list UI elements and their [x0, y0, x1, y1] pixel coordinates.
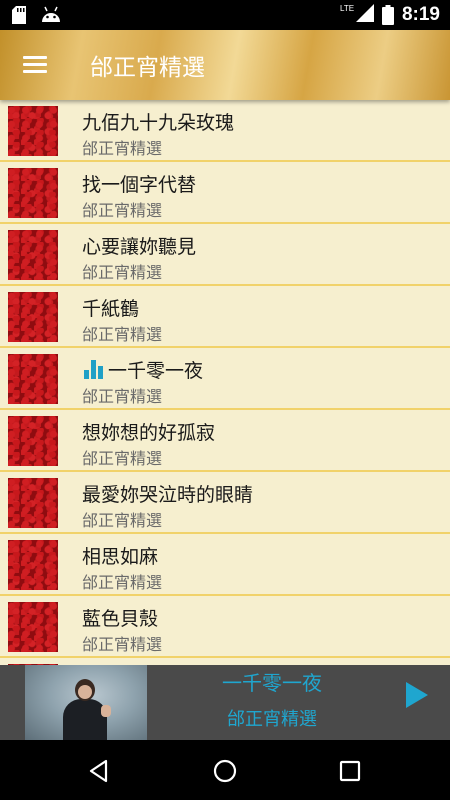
- song-list-item[interactable]: 千紙鶴 邰正宵精選: [0, 286, 450, 348]
- song-artist: 邰正宵精選: [82, 201, 163, 220]
- player-info[interactable]: 一千零一夜 邰正宵精選: [147, 665, 450, 740]
- song-title: 找一個字代替: [82, 174, 197, 196]
- song-title: 心要讓妳聽見: [82, 236, 197, 258]
- song-title: 九佰九十九朵玫瑰: [82, 112, 235, 134]
- song-artist: 邰正宵精選: [82, 573, 163, 592]
- sd-card-icon: [12, 6, 26, 24]
- song-artist: 邰正宵精選: [82, 635, 163, 654]
- song-thumbnail: [8, 292, 58, 342]
- recents-icon[interactable]: [337, 758, 363, 784]
- song-list-item-partial[interactable]: [0, 658, 450, 665]
- song-thumbnail: [8, 416, 58, 466]
- now-playing-title: 一千零一夜: [222, 671, 322, 695]
- home-icon[interactable]: [212, 758, 238, 784]
- song-list-item[interactable]: 想妳想的好孤寂 邰正宵精選: [0, 410, 450, 472]
- song-list-item[interactable]: 藍色貝殼 邰正宵精選: [0, 596, 450, 658]
- song-artist: 邰正宵精選: [82, 325, 163, 344]
- song-artist: 邰正宵精選: [82, 387, 163, 406]
- android-icon: [42, 6, 60, 22]
- song-title: 想妳想的好孤寂: [82, 422, 216, 444]
- song-artist: 邰正宵精選: [82, 139, 163, 158]
- song-list-item[interactable]: 最愛妳哭泣時的眼睛 邰正宵精選: [0, 472, 450, 534]
- clock: 8:19: [401, 4, 440, 25]
- page-title: 邰正宵精選: [90, 55, 205, 81]
- song-thumbnail: [8, 106, 58, 156]
- song-title-row: 一千零一夜: [82, 356, 203, 383]
- play-icon[interactable]: [406, 682, 428, 708]
- network-type-label: LTE: [339, 4, 355, 13]
- song-thumbnail: [8, 168, 58, 218]
- song-thumbnail: [8, 354, 58, 404]
- hamburger-menu-icon[interactable]: [16, 50, 54, 80]
- song-thumbnail: [8, 478, 58, 528]
- song-list-item[interactable]: 相思如麻 邰正宵精選: [0, 534, 450, 596]
- song-list-item-playing[interactable]: 一千零一夜 邰正宵精選: [0, 348, 450, 410]
- song-thumbnail: [8, 602, 58, 652]
- song-title: 千紙鶴: [82, 298, 140, 320]
- lte-signal-icon: [355, 4, 374, 22]
- song-title: 最愛妳哭泣時的眼睛: [82, 484, 254, 506]
- battery-icon: [381, 5, 394, 25]
- song-list-item[interactable]: 找一個字代替 邰正宵精選: [0, 162, 450, 224]
- song-artist: 邰正宵精選: [82, 263, 163, 282]
- song-artist: 邰正宵精選: [82, 511, 163, 530]
- song-artist: 邰正宵精選: [82, 449, 163, 468]
- back-icon[interactable]: [86, 758, 112, 784]
- status-bar: LTE 8:19: [0, 0, 450, 30]
- song-title: 相思如麻: [82, 546, 159, 568]
- now-playing-equalizer-icon: [82, 359, 104, 379]
- song-thumbnail: [8, 540, 58, 590]
- navigation-bar: [0, 740, 450, 800]
- song-list-item[interactable]: 九佰九十九朵玫瑰 邰正宵精選: [0, 100, 450, 162]
- mini-player[interactable]: 一千零一夜 邰正宵精選: [0, 665, 450, 740]
- song-list[interactable]: 九佰九十九朵玫瑰 邰正宵精選 找一個字代替 邰正宵精選 心要讓妳聽見 邰正宵精選…: [0, 100, 450, 665]
- song-thumbnail: [8, 230, 58, 280]
- app-bar: 邰正宵精選: [0, 30, 450, 100]
- song-list-item[interactable]: 心要讓妳聽見 邰正宵精選: [0, 224, 450, 286]
- album-art[interactable]: [25, 665, 147, 740]
- song-title: 一千零一夜: [108, 360, 204, 382]
- now-playing-artist: 邰正宵精選: [227, 709, 317, 730]
- song-title: 藍色貝殼: [82, 608, 159, 630]
